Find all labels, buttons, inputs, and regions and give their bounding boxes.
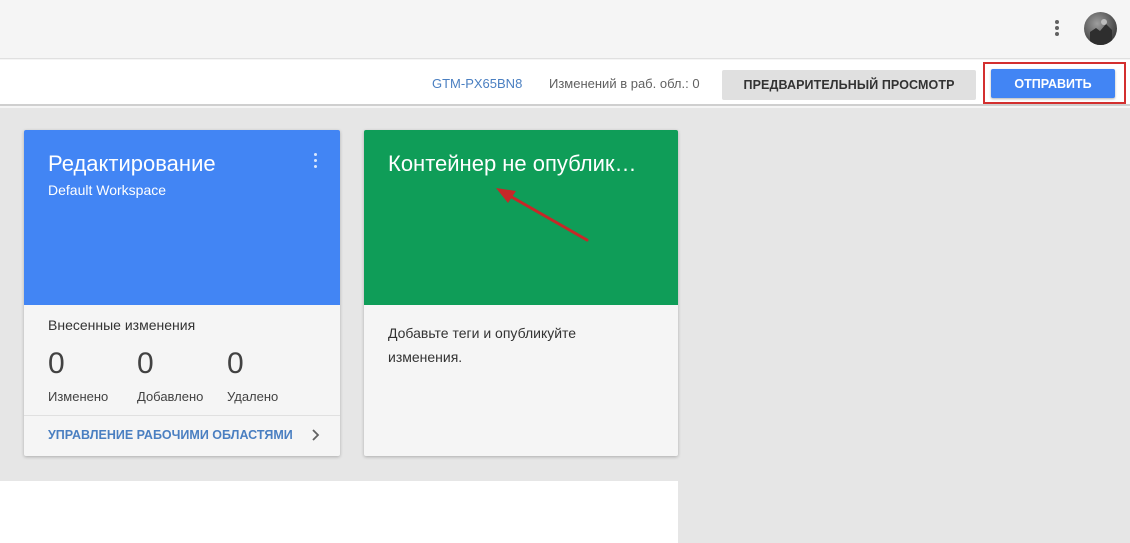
overview-area: Редактирование Default Workspace Внесенн…	[0, 108, 1130, 543]
avatar[interactable]	[1084, 12, 1117, 45]
chevron-right-icon[interactable]	[308, 427, 324, 443]
workspace-card-header[interactable]: Редактирование Default Workspace	[24, 130, 340, 305]
workspace-name: Default Workspace	[48, 182, 167, 198]
preview-button[interactable]: ПРЕДВАРИТЕЛЬНЫЙ ПРОСМОТР	[722, 70, 976, 100]
changes-section-label: Внесенные изменения	[48, 317, 196, 333]
content-background	[0, 481, 678, 543]
container-status-title: Контейнер не опублик…	[388, 151, 637, 176]
top-bar	[0, 0, 1130, 59]
card-divider	[24, 415, 340, 416]
container-status-description: Добавьте теги и опубликуйте изменения.	[388, 325, 577, 365]
stat-modified-label: Изменено	[48, 389, 109, 404]
stat-deleted-value: 0	[227, 347, 244, 380]
manage-workspaces-link[interactable]: УПРАВЛЕНИЕ РАБОЧИМИ ОБЛАСТЯМИ	[48, 428, 293, 442]
stat-deleted-label: Удалено	[227, 389, 279, 404]
stat-modified-value: 0	[48, 347, 65, 380]
submit-button[interactable]: ОТПРАВИТЬ	[991, 69, 1115, 98]
stat-added: 0 Добавлено	[137, 345, 203, 404]
card-menu-icon[interactable]	[312, 152, 320, 170]
stat-added-value: 0	[137, 347, 154, 380]
workspace-changes-count: Изменений в раб. обл.: 0	[549, 76, 700, 91]
container-id[interactable]: GTM-PX65BN8	[432, 76, 522, 91]
stat-modified: 0 Изменено	[48, 345, 108, 404]
more-vert-icon[interactable]	[1050, 18, 1064, 38]
annotation-arrow-icon	[496, 188, 589, 242]
workspace-card: Редактирование Default Workspace Внесенн…	[24, 130, 340, 456]
stat-deleted: 0 Удалено	[227, 345, 278, 404]
workspace-card-title: Редактирование	[48, 151, 216, 176]
stat-added-label: Добавлено	[137, 389, 204, 404]
container-toolbar: GTM-PX65BN8 Изменений в раб. обл.: 0 ПРЕ…	[0, 60, 1130, 106]
container-status-card: Контейнер не опублик… Добавьте теги и оп…	[364, 130, 678, 456]
avatar-image-icon	[1090, 19, 1112, 45]
